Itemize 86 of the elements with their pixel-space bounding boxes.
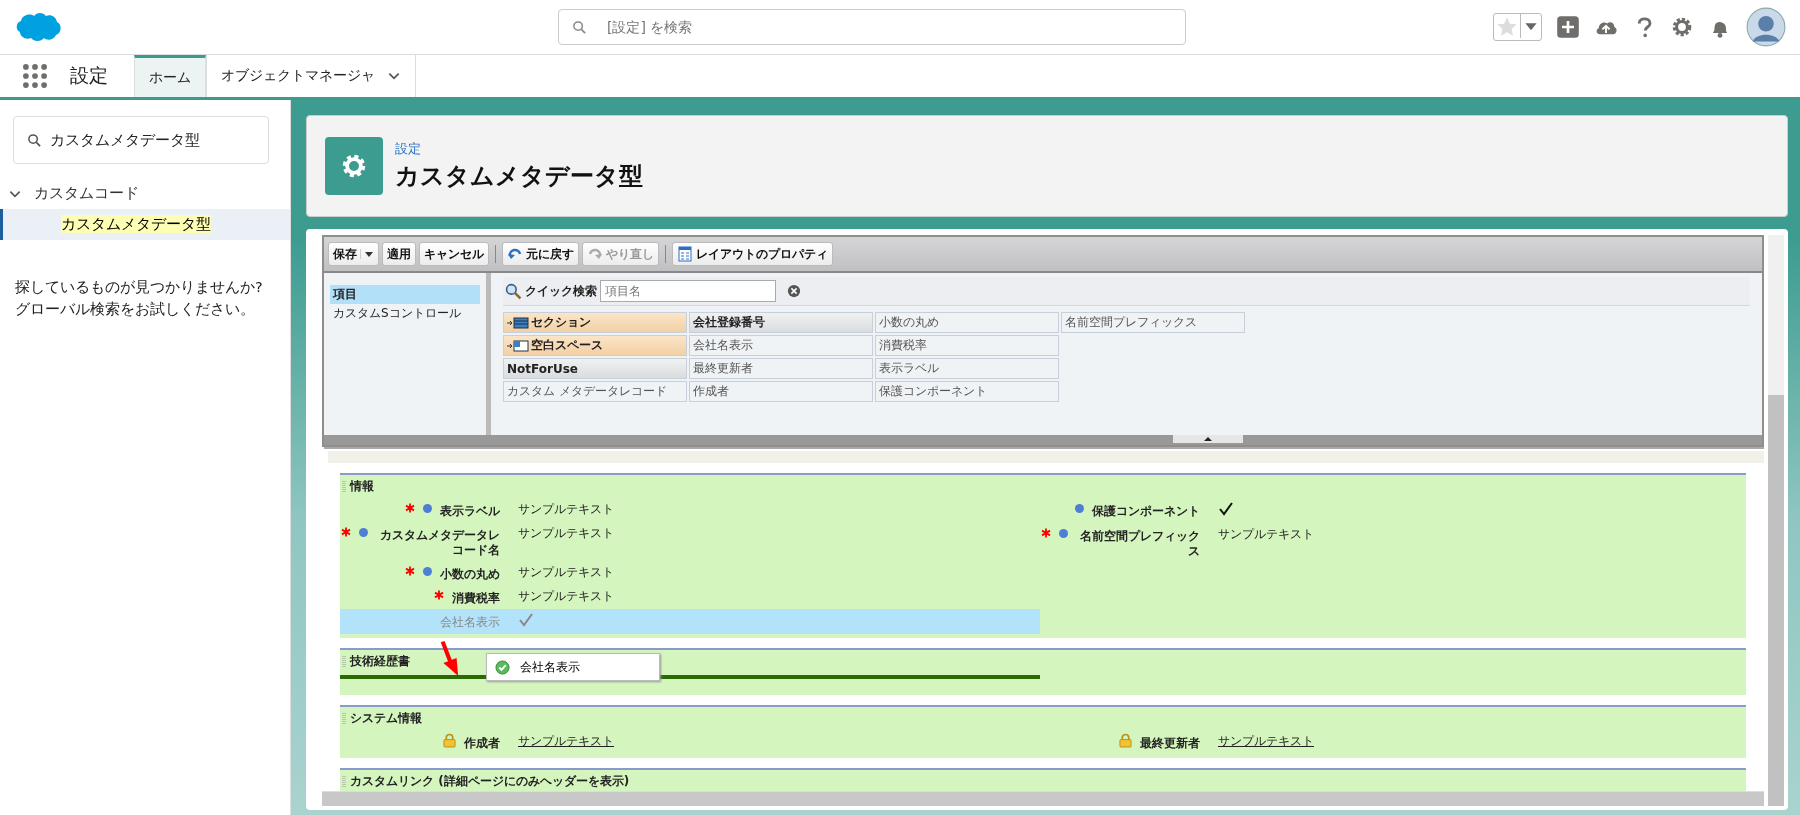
field-row[interactable]: 消費税率 サンプルテキスト bbox=[340, 585, 1040, 609]
settings-icon[interactable] bbox=[1670, 15, 1694, 39]
palette-item[interactable]: NotForUse bbox=[503, 358, 687, 379]
palette-item[interactable]: 作成者 bbox=[689, 381, 873, 402]
grip-icon[interactable] bbox=[342, 480, 346, 493]
quick-search-field[interactable]: 項目名 bbox=[600, 280, 776, 302]
field-label: 名前空間プレフィックス bbox=[1079, 529, 1200, 559]
section-title: カスタムリンク (詳細ページにのみヘッダーを表示) bbox=[350, 773, 630, 790]
field-value-link[interactable]: サンプルテキスト bbox=[518, 734, 614, 748]
add-icon[interactable] bbox=[1556, 15, 1580, 39]
toolbar-button[interactable]: レイアウトのプロパティ bbox=[672, 242, 833, 266]
toolbar-button[interactable]: キャンセル bbox=[419, 242, 489, 266]
field-label: 作成者 bbox=[464, 736, 500, 751]
grip-icon[interactable] bbox=[342, 712, 346, 725]
pointer-arrow bbox=[440, 640, 460, 676]
field-value: サンプルテキスト bbox=[518, 526, 614, 540]
category-item[interactable]: 項目 bbox=[330, 285, 480, 304]
vertical-scrollbar[interactable] bbox=[1768, 235, 1784, 806]
palette-item[interactable]: 表示ラベル bbox=[875, 358, 1059, 379]
field-value: サンプルテキスト bbox=[518, 589, 614, 603]
blank-space-icon bbox=[507, 339, 529, 352]
cloud-logo[interactable] bbox=[14, 11, 62, 43]
field-row[interactable]: 名前空間プレフィックス サンプルテキスト bbox=[1040, 523, 1746, 562]
search-field[interactable]: [設定] を検索 bbox=[558, 9, 1186, 45]
field-value: サンプルテキスト bbox=[518, 565, 614, 579]
properties-icon bbox=[677, 246, 693, 262]
field-value: サンプルテキスト bbox=[1218, 527, 1314, 541]
page-title: カスタムメタデータ型 bbox=[395, 161, 643, 192]
app-name: 設定 bbox=[70, 63, 108, 88]
tree-group[interactable]: カスタムコード bbox=[0, 178, 290, 209]
help-text: 探しているものが見つかりませんか? グローバル検索をお試しください。 bbox=[15, 278, 264, 319]
field-label: 会社名表示 bbox=[440, 615, 500, 630]
app-launcher-icon[interactable] bbox=[22, 63, 48, 89]
nav-tab[interactable]: ホーム bbox=[134, 55, 206, 97]
palette-item[interactable]: 空白スペース bbox=[503, 335, 687, 356]
palette-item[interactable]: 小数の丸め bbox=[875, 312, 1059, 333]
palette-item[interactable]: カスタム メタデータレコード bbox=[503, 381, 687, 402]
palette-item[interactable]: 会社登録番号 bbox=[689, 312, 873, 333]
undo-icon bbox=[507, 246, 523, 262]
field-row[interactable]: 作成者 サンプルテキスト bbox=[340, 730, 1040, 754]
clear-icon[interactable] bbox=[787, 284, 801, 298]
grip-icon[interactable] bbox=[342, 655, 346, 668]
section-title: 情報 bbox=[350, 478, 374, 495]
section-icon bbox=[507, 316, 529, 329]
search-icon bbox=[27, 133, 42, 148]
search-icon bbox=[505, 282, 522, 300]
field-label: 小数の丸め bbox=[440, 567, 500, 582]
collapse-handle[interactable] bbox=[1173, 435, 1243, 443]
avatar[interactable] bbox=[1746, 7, 1786, 47]
caret-icon bbox=[364, 249, 374, 259]
grip-icon[interactable] bbox=[342, 775, 346, 788]
field-label: 最終更新者 bbox=[1140, 736, 1200, 751]
field-label: カスタムメタデータレコード名 bbox=[379, 528, 500, 558]
field-row[interactable]: カスタムメタデータレコード名 サンプルテキスト bbox=[340, 522, 1040, 561]
palette-item[interactable]: 保護コンポーネント bbox=[875, 381, 1059, 402]
palette-item[interactable]: 会社名表示 bbox=[689, 335, 873, 356]
check-circle-icon bbox=[495, 659, 510, 675]
field-row[interactable]: 最終更新者 サンプルテキスト bbox=[1040, 730, 1746, 754]
field-row[interactable]: 表示ラベル サンプルテキスト bbox=[340, 498, 1040, 522]
palette-item[interactable]: 消費税率 bbox=[875, 335, 1059, 356]
field-label: 保護コンポーネント bbox=[1092, 504, 1200, 519]
field-value-link[interactable]: サンプルテキスト bbox=[1218, 734, 1314, 748]
favorites-button[interactable] bbox=[1493, 13, 1542, 41]
section-title: システム情報 bbox=[350, 710, 422, 727]
quick-find-field[interactable]: カスタムメタデータ型 bbox=[13, 116, 269, 164]
horizontal-scrollbar[interactable] bbox=[322, 791, 1764, 806]
toolbar-button[interactable]: 保存 bbox=[328, 242, 379, 266]
search-icon bbox=[572, 20, 587, 35]
toolbar-button[interactable]: 元に戻す bbox=[502, 242, 579, 266]
field-value: サンプルテキスト bbox=[518, 502, 614, 516]
palette-item[interactable]: 最終更新者 bbox=[689, 358, 873, 379]
toolbar-button[interactable]: 適用 bbox=[382, 242, 416, 266]
category-item[interactable]: カスタムSコントロール bbox=[330, 304, 480, 323]
tooltip-label: 会社名表示 bbox=[520, 658, 580, 676]
quick-search-label: クイック検索 bbox=[525, 282, 597, 300]
palette-item[interactable]: セクション bbox=[503, 312, 687, 333]
field-label: 表示ラベル bbox=[440, 504, 500, 519]
tree-item[interactable]: カスタムメタデータ型 bbox=[0, 209, 290, 240]
field-row[interactable]: 小数の丸め サンプルテキスト bbox=[340, 561, 1040, 585]
gear-icon bbox=[325, 137, 383, 195]
field-row[interactable]: 保護コンポーネント bbox=[1040, 498, 1746, 523]
nav-tab[interactable]: オブジェクトマネージャ bbox=[206, 55, 416, 97]
section-title: 技術経歴書 bbox=[350, 653, 410, 670]
breadcrumb-link[interactable]: 設定 bbox=[395, 140, 643, 158]
field-label: 消費税率 bbox=[452, 591, 500, 606]
palette-item[interactable]: 名前空間プレフィックス bbox=[1061, 312, 1245, 333]
